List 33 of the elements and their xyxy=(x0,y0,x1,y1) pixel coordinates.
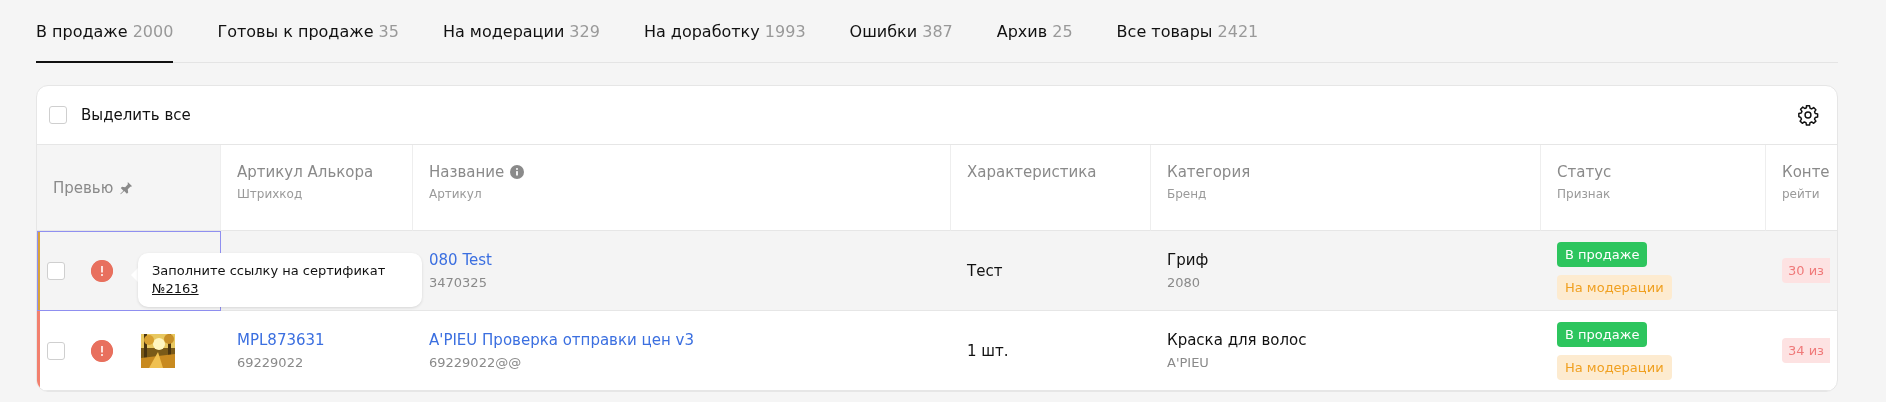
tooltip-text: Заполните ссылку на сертификат №2163 xyxy=(152,262,387,298)
tab[interactable]: В продаже 2000 xyxy=(36,0,174,63)
tab[interactable]: Ошибки 387 xyxy=(849,0,953,63)
category: Гриф xyxy=(1167,251,1210,269)
characteristic: 1 шт. xyxy=(967,341,1010,360)
brand: A'PIEU xyxy=(1167,355,1210,370)
barcode: 69229022 xyxy=(237,355,305,370)
characteristic: Тест xyxy=(967,261,1004,280)
product-name-link[interactable]: A'PIEU Проверка отправки цен v3 xyxy=(429,331,935,349)
rating-badge: 34 из xyxy=(1782,338,1831,363)
status-badge: На модерации xyxy=(1557,274,1672,300)
settings-icon[interactable] xyxy=(1797,104,1819,126)
brand: 2080 xyxy=(1167,275,1202,290)
rating-badge: 30 из xyxy=(1782,258,1831,283)
certificate-link[interactable]: №2163 xyxy=(152,281,199,296)
tab[interactable]: Все товары 2421 xyxy=(1116,0,1259,63)
column-header: Превью xyxy=(37,145,221,231)
article-number: 69229022@@ xyxy=(429,355,523,370)
tab[interactable]: На модерации 329 xyxy=(442,0,600,63)
article-number: 3470325 xyxy=(429,275,488,290)
article-link[interactable]: MPL873631 xyxy=(237,331,397,349)
product-name-link[interactable]: 080 Test xyxy=(429,251,935,269)
tab[interactable]: Готовы к продаже 35 xyxy=(217,0,399,63)
tab[interactable]: На доработку 1993 xyxy=(643,0,806,63)
select-all-label: Выделить все xyxy=(81,106,192,124)
status-badge: В продаже xyxy=(1557,321,1648,347)
category: Краска для волос xyxy=(1167,331,1308,349)
status-badge: В продаже xyxy=(1557,241,1648,267)
checkbox[interactable] xyxy=(49,106,67,124)
status-badge: На модерации xyxy=(1557,354,1672,380)
tab[interactable]: Архив 25 xyxy=(996,0,1073,63)
checkbox[interactable] xyxy=(47,341,65,360)
checkbox[interactable] xyxy=(47,261,65,280)
